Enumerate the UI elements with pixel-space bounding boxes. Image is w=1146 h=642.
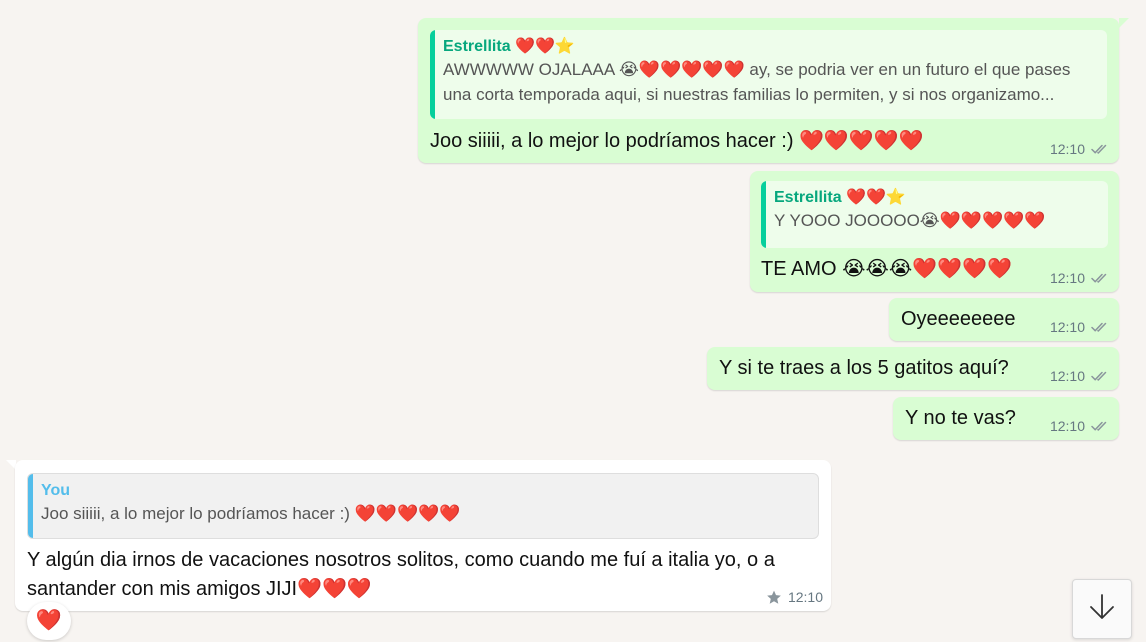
double-check-icon — [1091, 143, 1109, 155]
quoted-message[interactable]: You Joo siiiii, a lo mejor lo podríamos … — [27, 473, 819, 539]
message-meta: 12:10 — [766, 589, 823, 605]
double-check-icon — [1091, 370, 1109, 382]
quoted-message[interactable]: Estrellita ❤️❤️⭐ AWWWWW OJALAAA 😭❤️❤️❤️❤… — [430, 30, 1107, 119]
message-text: TE AMO 😭😭😭❤️❤️❤️❤️ — [761, 258, 1012, 280]
message-time: 12:10 — [1049, 141, 1085, 157]
quoted-message[interactable]: Estrellita ❤️❤️⭐ Y YOOO JOOOOO😭❤️❤️❤️❤️❤… — [761, 181, 1108, 248]
scroll-to-bottom-button[interactable] — [1072, 579, 1132, 639]
star-icon — [766, 590, 782, 605]
reaction-emoji: ❤️ — [35, 609, 63, 632]
message-bubble-outgoing[interactable]: Estrellita ❤️❤️⭐ Y YOOO JOOOOO😭❤️❤️❤️❤️❤… — [750, 171, 1119, 292]
message-bubble-outgoing[interactable]: Y si te traes a los 5 gatitos aquí? 12:1… — [707, 347, 1119, 390]
quoted-text: Y YOOO JOOOOO😭❤️❤️❤️❤️❤️ — [774, 211, 1046, 230]
reaction-badge[interactable]: ❤️ — [27, 602, 71, 640]
message-text: Y no te vas? — [905, 407, 1016, 429]
message-bubble-incoming[interactable]: You Joo siiiii, a lo mejor lo podríamos … — [15, 460, 831, 611]
arrow-down-icon — [1089, 593, 1115, 626]
message-time: 12:10 — [1049, 368, 1085, 384]
message-meta: 12:10 — [1050, 319, 1109, 335]
message-meta: 12:10 — [1050, 368, 1109, 384]
message-bubble-outgoing[interactable]: Oyeeeeeeee 12:10 — [889, 298, 1119, 341]
quoted-author: You — [41, 482, 71, 499]
double-check-icon — [1091, 321, 1109, 333]
quoted-text: Joo siiiii, a lo mejor lo podríamos hace… — [41, 504, 461, 523]
message-time: 12:10 — [1049, 270, 1085, 286]
message-meta: 12:10 — [1050, 270, 1109, 286]
bubble-tail — [1119, 18, 1129, 28]
double-check-icon — [1091, 272, 1109, 284]
quoted-author: Estrellita ❤️❤️⭐ — [774, 189, 906, 206]
message-text: Y si te traes a los 5 gatitos aquí? — [719, 357, 1009, 379]
double-check-icon — [1091, 420, 1109, 432]
message-bubble-outgoing[interactable]: Y no te vas? 12:10 — [893, 397, 1119, 440]
message-time: 12:10 — [1049, 319, 1085, 335]
message-time: 12:10 — [787, 589, 823, 605]
message-meta: 12:10 — [1050, 418, 1109, 434]
message-time: 12:10 — [1049, 418, 1085, 434]
message-meta: 12:10 — [1050, 141, 1109, 157]
message-text: Joo siiiii, a lo mejor lo podríamos hace… — [430, 130, 924, 152]
quoted-author: Estrellita ❤️❤️⭐ — [443, 38, 575, 55]
message-text: Y algún dia irnos de vacaciones nosotros… — [27, 549, 775, 600]
quoted-text: AWWWWW OJALAAA 😭❤️❤️❤️❤️❤️ ay, se podria… — [443, 60, 1071, 104]
message-text: Oyeeeeeeee — [901, 308, 1016, 330]
message-bubble-outgoing[interactable]: Estrellita ❤️❤️⭐ AWWWWW OJALAAA 😭❤️❤️❤️❤… — [418, 18, 1119, 163]
